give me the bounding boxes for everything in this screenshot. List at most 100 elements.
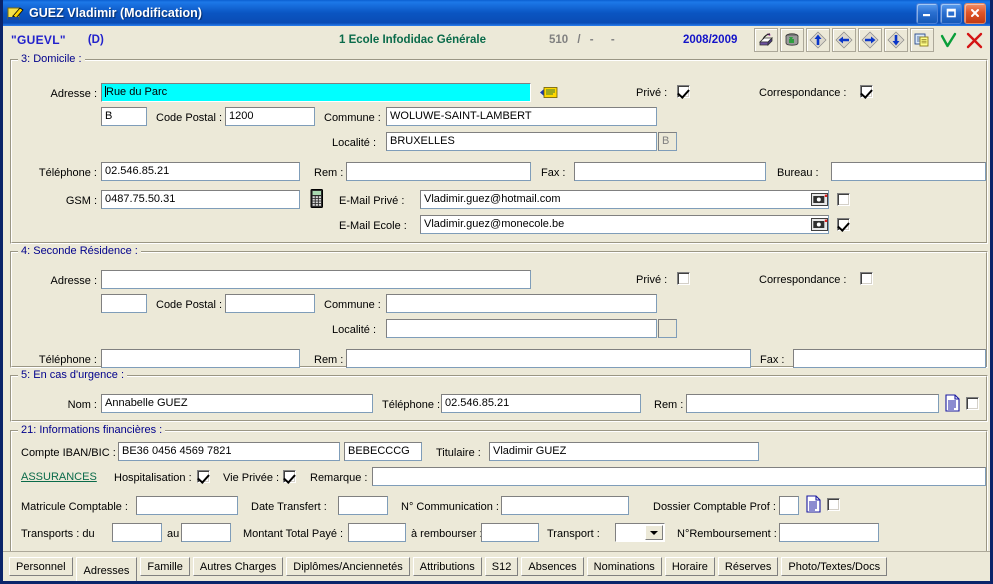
checkbox-urgence-doc[interactable]: [966, 397, 979, 410]
bic-value: BEBECCCG: [348, 445, 410, 457]
tab-label: Nominations: [593, 561, 655, 573]
group-seconde-residence-title: 4: Seconde Résidence :: [18, 245, 141, 257]
label-num-communication: N° Communication :: [401, 501, 499, 513]
domicile-fax-input[interactable]: [574, 162, 766, 181]
domicile-bureau-input[interactable]: [831, 162, 986, 181]
checkbox-prive-domicile[interactable]: [677, 85, 690, 98]
domicile-localite-input[interactable]: BRUXELLES: [386, 132, 657, 151]
urgence-telephone-input[interactable]: 02.546.85.21: [441, 394, 641, 413]
email-send-icon[interactable]: [811, 193, 828, 209]
residence2-code-postal-input[interactable]: [225, 294, 315, 313]
residence2-localite-input[interactable]: [386, 319, 657, 338]
label-transports: Transports : du: [21, 528, 95, 540]
close-button[interactable]: [964, 2, 986, 24]
domicile-rem-input[interactable]: [346, 162, 531, 181]
label-rem-residence2: Rem :: [314, 354, 344, 366]
tab-absences[interactable]: Absences: [521, 557, 584, 576]
num-communication-input[interactable]: [501, 496, 629, 515]
urgence-rem-input[interactable]: [686, 394, 939, 413]
tab-famille[interactable]: Famille: [140, 557, 190, 576]
archive-icon[interactable]: [780, 28, 804, 52]
title-bar: GUEZ Vladimir (Modification): [3, 0, 990, 26]
tab-strip: Personnel Adresses Famille Autres Charges Di…: [3, 551, 990, 581]
label-fax-residence2: Fax :: [760, 354, 785, 366]
document-icon-urgence[interactable]: [945, 394, 960, 415]
titulaire-input[interactable]: Vladimir GUEZ: [489, 442, 759, 461]
email-ecole-value: Vladimir.guez@monecole.be: [424, 218, 565, 230]
checkbox-email-ecole[interactable]: [837, 218, 850, 231]
checkbox-email-prive[interactable]: [837, 193, 850, 206]
mobile-phone-icon[interactable]: [310, 189, 324, 211]
notes-icon[interactable]: [910, 28, 934, 52]
remarque-input[interactable]: [372, 467, 986, 486]
matricule-comptable-input[interactable]: [136, 496, 238, 515]
domicile-commune-input[interactable]: WOLUWE-SAINT-LAMBERT: [386, 107, 657, 126]
label-matricule-comptable: Matricule Comptable :: [21, 501, 128, 513]
tab-adresses[interactable]: Adresses: [75, 557, 138, 581]
residence2-rem-input[interactable]: [346, 349, 751, 368]
checkbox-correspondance-residence2[interactable]: [860, 272, 873, 285]
checkbox-prive-residence2[interactable]: [677, 272, 690, 285]
label-vie-privee: Vie Privée :: [223, 472, 280, 484]
validate-icon[interactable]: [936, 28, 960, 52]
minimize-button[interactable]: [916, 2, 938, 24]
tab-autres-charges[interactable]: Autres Charges: [192, 557, 284, 576]
email-prive-input[interactable]: Vladimir.guez@hotmail.com: [420, 190, 829, 209]
label-telephone-urgence: Téléphone :: [382, 399, 441, 411]
transports-au-input[interactable]: [181, 523, 231, 542]
label-hospitalisation: Hospitalisation :: [114, 472, 192, 484]
label-localite-domicile: Localité :: [332, 137, 377, 149]
domicile-adresse-input[interactable]: Rue du Parc: [101, 83, 531, 102]
a-rembourser-input[interactable]: [481, 523, 539, 542]
iban-input[interactable]: BE36 0456 4569 7821: [118, 442, 340, 461]
label-telephone-residence2: Téléphone :: [38, 354, 97, 366]
checkbox-correspondance-domicile[interactable]: [860, 85, 873, 98]
print-icon[interactable]: [754, 28, 778, 52]
cancel-icon[interactable]: [962, 28, 986, 52]
tab-personnel[interactable]: Personnel: [9, 557, 73, 576]
nav-last-icon[interactable]: [884, 28, 908, 52]
domicile-code-postal-input[interactable]: 1200: [225, 107, 315, 126]
montant-total-input[interactable]: [348, 523, 406, 542]
tab-attributions[interactable]: Attributions: [412, 557, 482, 576]
tab-label: S12: [491, 561, 512, 573]
transport-select[interactable]: [615, 523, 665, 542]
domicile-country-input[interactable]: B: [101, 107, 147, 126]
residence2-country-input[interactable]: [101, 294, 147, 313]
application-window: GUEZ Vladimir (Modification) "GUEVL" (D)…: [0, 0, 993, 584]
checkbox-dossier-comptable[interactable]: [827, 498, 840, 511]
checkbox-hospitalisation[interactable]: [197, 470, 210, 483]
assurances-link[interactable]: ASSURANCES: [21, 471, 97, 483]
residence2-telephone-input[interactable]: [101, 349, 300, 368]
bic-input[interactable]: BEBECCCG: [344, 442, 422, 461]
document-icon-dossier[interactable]: [806, 495, 821, 516]
tab-dipl-mes-anciennet-s[interactable]: Diplômes/Anciennetés: [286, 557, 410, 576]
dossier-comptable-input[interactable]: [779, 496, 799, 515]
gsm-input[interactable]: 0487.75.50.31: [101, 190, 300, 209]
email-ecole-input[interactable]: Vladimir.guez@monecole.be: [420, 215, 829, 234]
urgence-nom-input[interactable]: Annabelle GUEZ: [101, 394, 373, 413]
address-lookup-icon[interactable]: [540, 86, 560, 102]
group-seconde-residence: 4: Seconde Résidence : Adresse : Privé :…: [10, 245, 988, 368]
tab-horaire[interactable]: Horaire: [664, 557, 715, 576]
tab-nominations[interactable]: Nominations: [586, 557, 662, 576]
transports-du-input[interactable]: [112, 523, 162, 542]
checkbox-vie-privee[interactable]: [283, 470, 296, 483]
email-send-icon-2[interactable]: [811, 218, 828, 234]
residence2-adresse-input[interactable]: [101, 270, 531, 289]
tab-s12[interactable]: S12: [484, 557, 519, 576]
domicile-telephone-input[interactable]: 02.546.85.21: [101, 162, 300, 181]
nav-next-icon[interactable]: [858, 28, 882, 52]
num-remboursement-input[interactable]: [779, 523, 879, 542]
residence2-fax-input[interactable]: [793, 349, 986, 368]
date-transfert-input[interactable]: [338, 496, 388, 515]
domicile-localite-suffix-value: B: [662, 135, 670, 147]
nav-prev-icon[interactable]: [832, 28, 856, 52]
nav-first-icon[interactable]: [806, 28, 830, 52]
maximize-button[interactable]: [940, 2, 962, 24]
chevron-down-icon[interactable]: [645, 525, 663, 540]
tab-r-serves[interactable]: Réserves: [717, 557, 779, 576]
group-domicile: 3: Domicile : Adresse : Rue du Parc Priv…: [10, 53, 988, 244]
tab-photo-textes-docs[interactable]: Photo/Textes/Docs: [781, 557, 888, 576]
residence2-commune-input[interactable]: [386, 294, 657, 313]
